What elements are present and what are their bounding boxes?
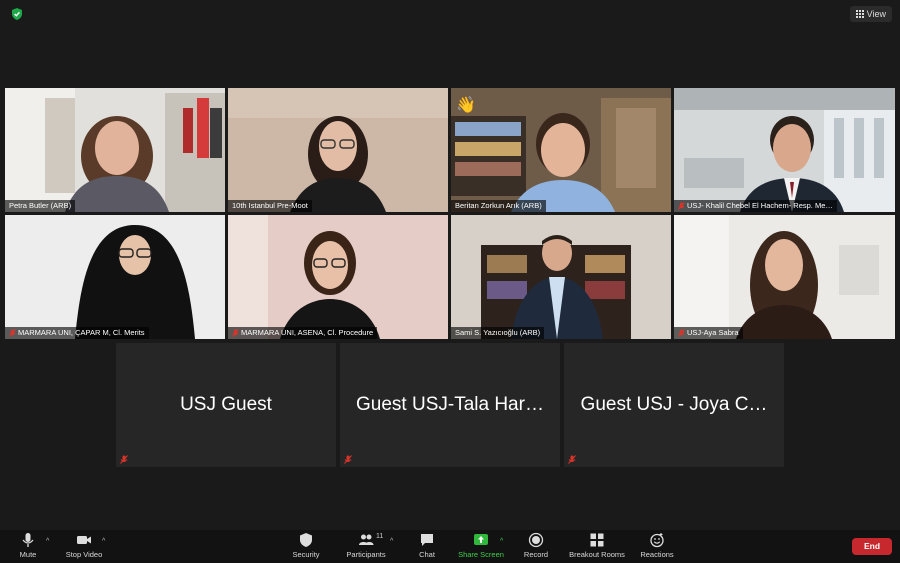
participant-video: 👋 (451, 88, 671, 212)
video-tile-beritan[interactable]: 👋 Beritan Zorkun Arık (ARB) (451, 88, 671, 212)
participant-name-bar: USJ- Khalil Chebel El Hachem- Resp. Me… (674, 200, 837, 212)
mute-label: Mute (19, 550, 37, 559)
participant-video (674, 88, 895, 212)
audio-options-caret[interactable]: ^ (46, 538, 49, 545)
participants-count: 11 (376, 533, 384, 540)
video-tile-sami[interactable]: Sami S. Yazıcıoğlu (ARB) (451, 215, 671, 339)
video-camera-icon (77, 536, 91, 544)
record-label: Record (523, 550, 549, 559)
participant-name-bar: MARMARA UNI, ASENA, Cl. Procedure (228, 327, 378, 339)
view-button[interactable]: View (849, 6, 892, 22)
video-options-caret[interactable]: ^ (102, 538, 105, 545)
security-label: Security (292, 550, 320, 559)
video-tile-asena[interactable]: MARMARA UNI, ASENA, Cl. Procedure (228, 215, 448, 339)
participant-name-bar: 10th Istanbul Pre-Moot (228, 200, 312, 212)
stop-video-button[interactable]: Stop Video (54, 532, 114, 559)
mute-button[interactable]: Mute (0, 532, 58, 559)
guest-tile[interactable]: Guest USJ - Joya C… (564, 343, 784, 467)
shield-icon (300, 533, 312, 547)
end-meeting-button[interactable]: End (852, 538, 892, 555)
muted-mic-icon (678, 202, 685, 210)
muted-mic-icon (232, 329, 239, 337)
participant-video (228, 215, 448, 339)
wave-emoji: 👋 (456, 96, 476, 114)
breakout-rooms-button[interactable]: Breakout Rooms (567, 532, 627, 559)
guest-name: Guest USJ - Joya C… (580, 394, 768, 415)
participants-button[interactable]: Participants (336, 532, 396, 559)
video-tile-premoot[interactable]: 10th Istanbul Pre-Moot (228, 88, 448, 212)
chat-button[interactable]: Chat (397, 532, 457, 559)
meeting-toolbar: Mute ^ Stop Video ^ Security Participant… (0, 530, 900, 563)
video-tile-petra[interactable]: Petra Butler (ARB) (5, 88, 225, 212)
microphone-icon (22, 533, 34, 547)
share-screen-label: Share Screen (458, 550, 504, 559)
muted-mic-icon (568, 455, 576, 464)
guest-name: USJ Guest (180, 394, 272, 415)
share-screen-icon (474, 534, 488, 545)
breakout-rooms-label: Breakout Rooms (569, 550, 625, 559)
participants-label: Participants (346, 550, 386, 559)
muted-mic-icon (9, 329, 16, 337)
participant-video (451, 215, 671, 339)
participant-name-bar: Beritan Zorkun Arık (ARB) (451, 200, 546, 212)
participant-video (674, 215, 895, 339)
guest-name: Guest USJ-Tala Har… (356, 394, 544, 415)
guest-tile[interactable]: USJ Guest (116, 343, 336, 467)
participant-name-bar: MARMARA UNI, ÇAPAR M, Cl. Merits (5, 327, 149, 339)
breakout-rooms-icon (590, 533, 604, 547)
video-tile-aya[interactable]: USJ-Aya Sabra (674, 215, 895, 339)
participants-icon (359, 534, 374, 545)
share-screen-button[interactable]: Share Screen (451, 532, 511, 559)
view-label: View (866, 9, 886, 19)
muted-mic-icon (344, 455, 352, 464)
record-icon (528, 532, 544, 548)
reactions-smiley-icon (650, 533, 664, 548)
guest-tile[interactable]: Guest USJ-Tala Har… (340, 343, 560, 467)
participant-name-bar: Petra Butler (ARB) (5, 200, 76, 212)
participant-video (5, 88, 225, 212)
video-tile-capar[interactable]: MARMARA UNI, ÇAPAR M, Cl. Merits (5, 215, 225, 339)
muted-mic-icon (120, 455, 128, 464)
security-button[interactable]: Security (276, 532, 336, 559)
muted-mic-icon (678, 329, 685, 337)
security-shield-icon[interactable] (10, 7, 24, 21)
share-options-caret[interactable]: ^ (500, 538, 503, 545)
participant-video (228, 88, 448, 212)
grid-icon (855, 10, 864, 18)
stop-video-label: Stop Video (65, 550, 103, 559)
reactions-label: Reactions (640, 550, 674, 559)
reactions-button[interactable]: Reactions (627, 532, 687, 559)
participant-name-bar: Sami S. Yazıcıoğlu (ARB) (451, 327, 545, 339)
chat-label: Chat (419, 550, 435, 559)
record-button[interactable]: Record (506, 532, 566, 559)
participant-video (5, 215, 225, 339)
participants-options-caret[interactable]: ^ (390, 538, 393, 545)
chat-icon (421, 534, 433, 546)
video-tile-khalil-active-speaker[interactable]: USJ- Khalil Chebel El Hachem- Resp. Me… (674, 88, 895, 212)
participant-name-bar: USJ-Aya Sabra (674, 327, 743, 339)
